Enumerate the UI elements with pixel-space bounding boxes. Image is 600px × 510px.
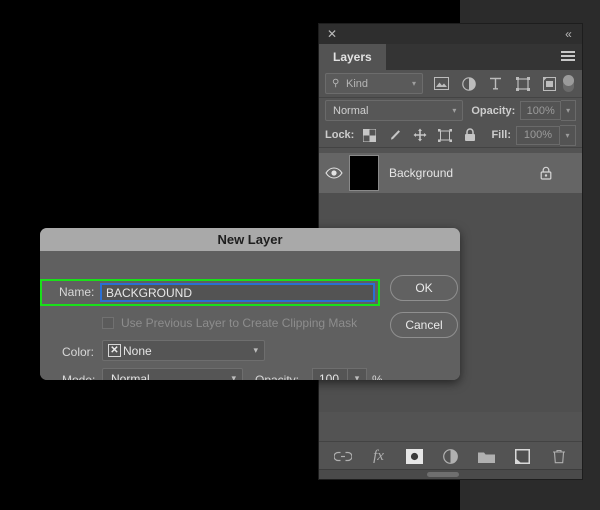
delete-layer-icon[interactable] [550,447,568,465]
percent-label: % [372,373,383,380]
filter-icon-group [433,75,558,92]
dialog-body: Name: Use Previous Layer to Create Clipp… [40,251,460,380]
blend-mode-row: Normal ▾ Opacity: 100% ▾ [319,98,582,123]
lock-all-icon[interactable] [462,128,477,143]
layer-thumbnail [349,155,379,191]
new-layer-icon[interactable] [514,447,532,465]
clipping-mask-label: Use Previous Layer to Create Clipping Ma… [121,316,358,330]
collapse-panel-icon[interactable]: « [560,26,576,42]
chevron-down-icon: ▾ [452,106,457,115]
close-icon[interactable]: ✕ [325,27,339,41]
filter-kind-select[interactable]: ⚲ Kind ▾ [325,73,423,94]
add-layer-mask-icon[interactable] [406,447,424,465]
photoshop-screen: ✕ « Layers ⚲ Kind ▾ Normal ▾ Opacity: 10… [0,0,600,510]
blend-mode-select[interactable]: Normal ▾ [325,100,464,121]
panel-opacity-value[interactable]: 100% [520,101,562,120]
dialog-opacity-label: Opacity: [255,373,300,380]
lock-image-icon[interactable] [387,128,402,143]
dialog-opacity-input[interactable]: 100 [312,368,348,380]
layer-style-fx-icon[interactable]: fx [370,447,388,465]
panel-titlebar: ✕ « [319,24,582,44]
filter-enable-toggle[interactable] [563,75,574,92]
new-layer-dialog: New Layer Name: Use Previous Layer to Cr… [40,228,460,380]
chevron-down-icon: ▾ [253,345,258,355]
cancel-button-label: Cancel [405,318,443,332]
fill-label: Fill: [491,129,511,141]
filter-kind-label: Kind [346,77,369,90]
clipping-mask-checkbox-row[interactable]: Use Previous Layer to Create Clipping Ma… [102,316,357,330]
eye-icon[interactable] [319,167,349,179]
tab-layers-label: Layers [333,50,372,64]
color-select[interactable]: ✕ None ▾ [102,340,265,361]
lock-icon-group [362,128,477,143]
dialog-title: New Layer [40,228,460,251]
new-group-icon[interactable] [478,447,496,465]
lock-row: Lock: Fill: 100% ▾ [319,123,582,148]
lock-position-icon[interactable] [412,128,427,143]
smart-object-filter-icon[interactable] [541,75,558,92]
mode-value: Normal [111,371,150,381]
cancel-button[interactable]: Cancel [390,312,458,338]
layers-panel-toolbar: fx [319,441,582,470]
mode-select[interactable]: Normal ▾ [102,368,243,380]
color-value: None [123,343,152,358]
ok-button[interactable]: OK [390,275,458,301]
shape-filter-icon[interactable] [514,75,531,92]
search-icon: ⚲ [332,78,340,89]
layer-lock-icon[interactable] [540,166,552,180]
dialog-opacity-chevron-down-icon[interactable]: ▾ [348,368,367,380]
layer-filter-row: ⚲ Kind ▾ [319,70,582,98]
layer-name-input[interactable] [100,283,375,302]
lock-label: Lock: [325,129,355,141]
image-filter-icon[interactable] [433,75,450,92]
blend-mode-value: Normal [333,104,369,117]
name-label: Name: [59,285,95,299]
horizontal-scrollbar[interactable] [319,469,582,479]
ok-button-label: OK [415,281,433,295]
type-filter-icon[interactable] [487,75,504,92]
adjustment-filter-icon[interactable] [460,75,477,92]
mode-label: Mode: [62,373,96,380]
fill-chevron-down-icon[interactable]: ▾ [560,124,576,146]
clipping-mask-checkbox[interactable] [102,317,114,329]
table-row[interactable]: Background [319,153,582,193]
tab-layers[interactable]: Layers [319,44,386,70]
panel-opacity-label: Opacity: [471,104,516,117]
dialog-title-label: New Layer [217,232,283,247]
panel-tabbar: Layers [319,44,582,70]
link-layers-icon[interactable] [333,447,352,465]
fill-value[interactable]: 100% [516,125,560,145]
new-adjustment-layer-icon[interactable] [442,447,460,465]
no-color-x-icon: ✕ [108,344,121,357]
layer-name-label: Background [389,166,454,180]
chevron-down-icon: ▾ [231,373,236,380]
lock-artboard-icon[interactable] [437,128,452,143]
panel-menu-icon[interactable] [561,51,575,63]
lock-transparency-icon[interactable] [362,128,377,143]
color-label: Color: [62,345,95,359]
panel-opacity-chevron-down-icon[interactable]: ▾ [561,100,576,121]
chevron-down-icon: ▾ [411,79,416,88]
scrollbar-thumb[interactable] [427,472,459,477]
